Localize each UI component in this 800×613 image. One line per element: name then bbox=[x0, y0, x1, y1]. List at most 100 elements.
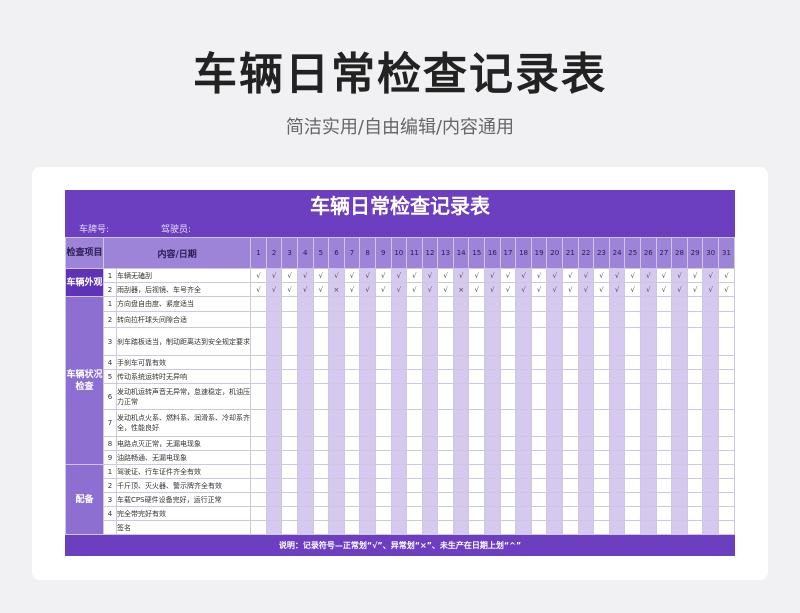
check-cell[interactable] bbox=[359, 464, 376, 479]
check-cell[interactable] bbox=[468, 383, 486, 410]
check-cell[interactable] bbox=[265, 409, 283, 437]
check-cell[interactable]: √ bbox=[421, 268, 439, 283]
check-cell[interactable] bbox=[702, 409, 719, 437]
check-cell[interactable] bbox=[562, 409, 579, 437]
check-cell[interactable] bbox=[390, 506, 408, 521]
check-cell[interactable] bbox=[608, 436, 626, 451]
check-cell[interactable] bbox=[296, 383, 314, 410]
signature-cell[interactable] bbox=[437, 520, 454, 535]
check-cell[interactable] bbox=[624, 464, 641, 479]
check-cell[interactable] bbox=[593, 355, 610, 370]
check-cell[interactable] bbox=[328, 369, 345, 384]
check-cell[interactable] bbox=[640, 355, 657, 370]
check-cell[interactable] bbox=[655, 355, 673, 370]
check-cell[interactable] bbox=[577, 436, 595, 451]
check-cell[interactable] bbox=[562, 296, 579, 312]
check-cell[interactable] bbox=[593, 450, 610, 465]
check-cell[interactable] bbox=[250, 409, 267, 437]
check-cell[interactable] bbox=[359, 506, 376, 521]
signature-cell[interactable] bbox=[359, 520, 376, 535]
check-cell[interactable] bbox=[515, 436, 532, 451]
check-cell[interactable]: √ bbox=[562, 268, 579, 283]
signature-cell[interactable] bbox=[515, 520, 532, 535]
check-cell[interactable] bbox=[593, 478, 610, 493]
check-cell[interactable] bbox=[265, 478, 283, 493]
check-cell[interactable] bbox=[577, 450, 595, 465]
check-cell[interactable] bbox=[406, 436, 423, 451]
check-cell[interactable] bbox=[562, 311, 579, 328]
check-cell[interactable] bbox=[312, 327, 330, 356]
check-cell[interactable]: √ bbox=[671, 268, 688, 283]
check-cell[interactable]: √ bbox=[484, 282, 501, 297]
check-cell[interactable] bbox=[390, 311, 408, 328]
check-cell[interactable] bbox=[593, 327, 610, 356]
check-cell[interactable] bbox=[624, 327, 641, 356]
signature-cell[interactable] bbox=[577, 520, 595, 535]
check-cell[interactable]: √ bbox=[655, 282, 673, 297]
check-cell[interactable] bbox=[546, 369, 564, 384]
check-cell[interactable] bbox=[686, 492, 704, 507]
check-cell[interactable] bbox=[437, 464, 454, 479]
check-cell[interactable] bbox=[359, 383, 376, 410]
check-cell[interactable] bbox=[390, 327, 408, 356]
check-cell[interactable] bbox=[343, 436, 361, 451]
check-cell[interactable] bbox=[421, 450, 439, 465]
signature-cell[interactable] bbox=[343, 520, 361, 535]
check-cell[interactable] bbox=[515, 296, 532, 312]
check-cell[interactable]: √ bbox=[390, 282, 408, 297]
check-cell[interactable] bbox=[265, 327, 283, 356]
check-cell[interactable] bbox=[640, 311, 657, 328]
check-cell[interactable] bbox=[265, 383, 283, 410]
check-cell[interactable] bbox=[562, 450, 579, 465]
check-cell[interactable]: √ bbox=[437, 282, 454, 297]
check-cell[interactable] bbox=[640, 409, 657, 437]
check-cell[interactable] bbox=[624, 383, 641, 410]
check-cell[interactable] bbox=[515, 355, 532, 370]
check-cell[interactable] bbox=[499, 311, 517, 328]
check-cell[interactable] bbox=[546, 478, 564, 493]
check-cell[interactable] bbox=[624, 369, 641, 384]
check-cell[interactable]: √ bbox=[717, 282, 736, 297]
check-cell[interactable] bbox=[686, 506, 704, 521]
check-cell[interactable] bbox=[421, 464, 439, 479]
check-cell[interactable] bbox=[686, 450, 704, 465]
check-cell[interactable] bbox=[374, 478, 392, 493]
check-cell[interactable] bbox=[250, 492, 267, 507]
check-cell[interactable]: √ bbox=[608, 268, 626, 283]
check-cell[interactable]: √ bbox=[281, 282, 298, 297]
check-cell[interactable] bbox=[343, 492, 361, 507]
check-cell[interactable] bbox=[281, 436, 298, 451]
check-cell[interactable]: √ bbox=[250, 268, 267, 283]
check-cell[interactable] bbox=[281, 464, 298, 479]
check-cell[interactable] bbox=[608, 355, 626, 370]
check-cell[interactable] bbox=[406, 450, 423, 465]
check-cell[interactable] bbox=[686, 311, 704, 328]
check-cell[interactable] bbox=[406, 327, 423, 356]
check-cell[interactable] bbox=[359, 436, 376, 451]
check-cell[interactable] bbox=[530, 311, 548, 328]
check-cell[interactable]: √ bbox=[296, 268, 314, 283]
check-cell[interactable]: √ bbox=[421, 282, 439, 297]
check-cell[interactable] bbox=[702, 311, 719, 328]
check-cell[interactable] bbox=[312, 409, 330, 437]
check-cell[interactable] bbox=[265, 450, 283, 465]
check-cell[interactable]: √ bbox=[484, 268, 501, 283]
check-cell[interactable] bbox=[468, 355, 486, 370]
check-cell[interactable] bbox=[546, 296, 564, 312]
check-cell[interactable] bbox=[250, 296, 267, 312]
check-cell[interactable] bbox=[484, 296, 501, 312]
check-cell[interactable] bbox=[359, 492, 376, 507]
check-cell[interactable] bbox=[608, 311, 626, 328]
check-cell[interactable]: × bbox=[452, 282, 470, 297]
check-cell[interactable] bbox=[296, 464, 314, 479]
signature-cell[interactable] bbox=[312, 520, 330, 535]
check-cell[interactable] bbox=[562, 478, 579, 493]
check-cell[interactable] bbox=[515, 478, 532, 493]
check-cell[interactable] bbox=[374, 355, 392, 370]
check-cell[interactable] bbox=[468, 369, 486, 384]
check-cell[interactable]: √ bbox=[296, 282, 314, 297]
check-cell[interactable]: √ bbox=[562, 282, 579, 297]
check-cell[interactable] bbox=[343, 464, 361, 479]
check-cell[interactable] bbox=[515, 409, 532, 437]
signature-cell[interactable] bbox=[406, 520, 423, 535]
